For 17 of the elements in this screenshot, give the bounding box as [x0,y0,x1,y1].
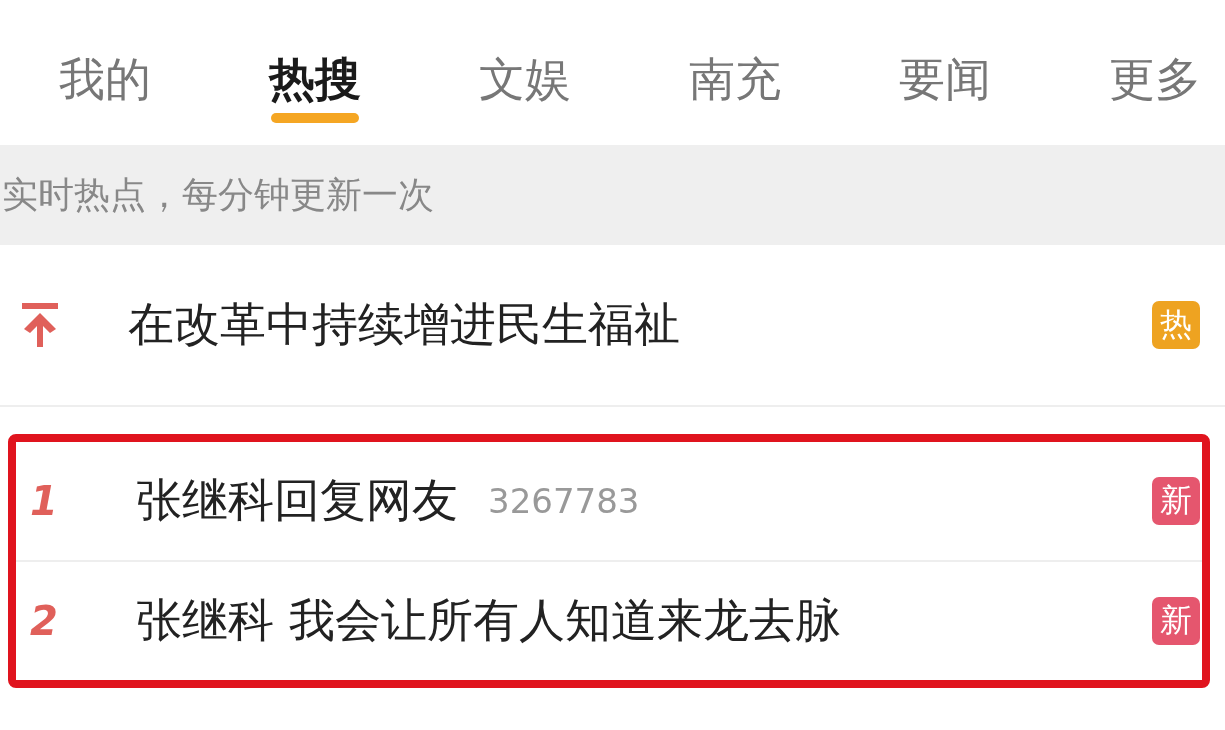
rank-number: 1 [30,478,58,524]
search-count: 3267783 [488,481,640,521]
tab[interactable]: 更多 [1109,40,1201,120]
tab[interactable]: 热搜 [269,40,361,120]
hot-search-title[interactable]: 张继科回复网友 [136,470,458,532]
tab[interactable]: 要闻 [899,40,991,120]
label-tag: 新 [1152,597,1200,645]
notice-text: 实时热点，每分钟更新一次 [2,172,434,217]
label-tag: 热 [1152,301,1200,349]
hot-search-title[interactable]: 张继科 我会让所有人知道来龙去脉 [136,590,841,652]
hot-search-title[interactable]: 在改革中持续增进民生福祉 [128,294,680,356]
rank-number: 2 [30,598,58,644]
tab[interactable]: 南充 [689,40,781,120]
label-tag: 新 [1152,477,1200,525]
tab[interactable]: 文娱 [479,40,571,120]
pin-top-icon [22,303,58,347]
tab[interactable]: 我的 [59,40,151,120]
